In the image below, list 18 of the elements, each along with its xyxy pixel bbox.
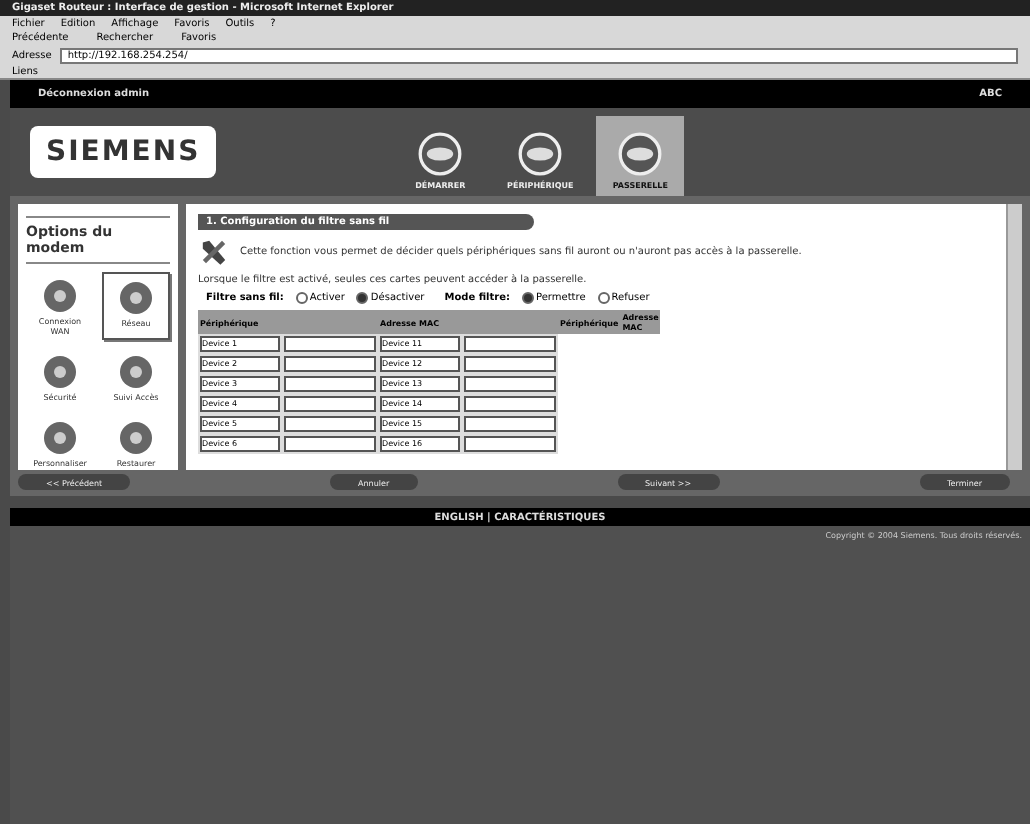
- mac-address-field[interactable]: [284, 336, 376, 352]
- mac-address-field[interactable]: [464, 376, 556, 392]
- mac-address-field[interactable]: [284, 396, 376, 412]
- mac-address-field[interactable]: [464, 436, 556, 452]
- scrollbar[interactable]: [1006, 204, 1022, 470]
- siemens-logo: SIEMENS: [30, 126, 217, 178]
- mac-address-field[interactable]: [284, 356, 376, 372]
- mac-address-field[interactable]: [464, 356, 556, 372]
- disc-icon: [618, 132, 663, 176]
- mac-address-field[interactable]: [284, 416, 376, 432]
- mac-address-field[interactable]: [464, 416, 556, 432]
- mac-address-field[interactable]: [464, 336, 556, 352]
- tools-icon: [198, 236, 230, 268]
- mac-address-field[interactable]: [284, 376, 376, 392]
- disc-icon: [418, 132, 463, 176]
- mac-address-field[interactable]: [464, 396, 556, 412]
- mac-address-field[interactable]: [284, 436, 376, 452]
- disc-icon: [518, 132, 563, 176]
